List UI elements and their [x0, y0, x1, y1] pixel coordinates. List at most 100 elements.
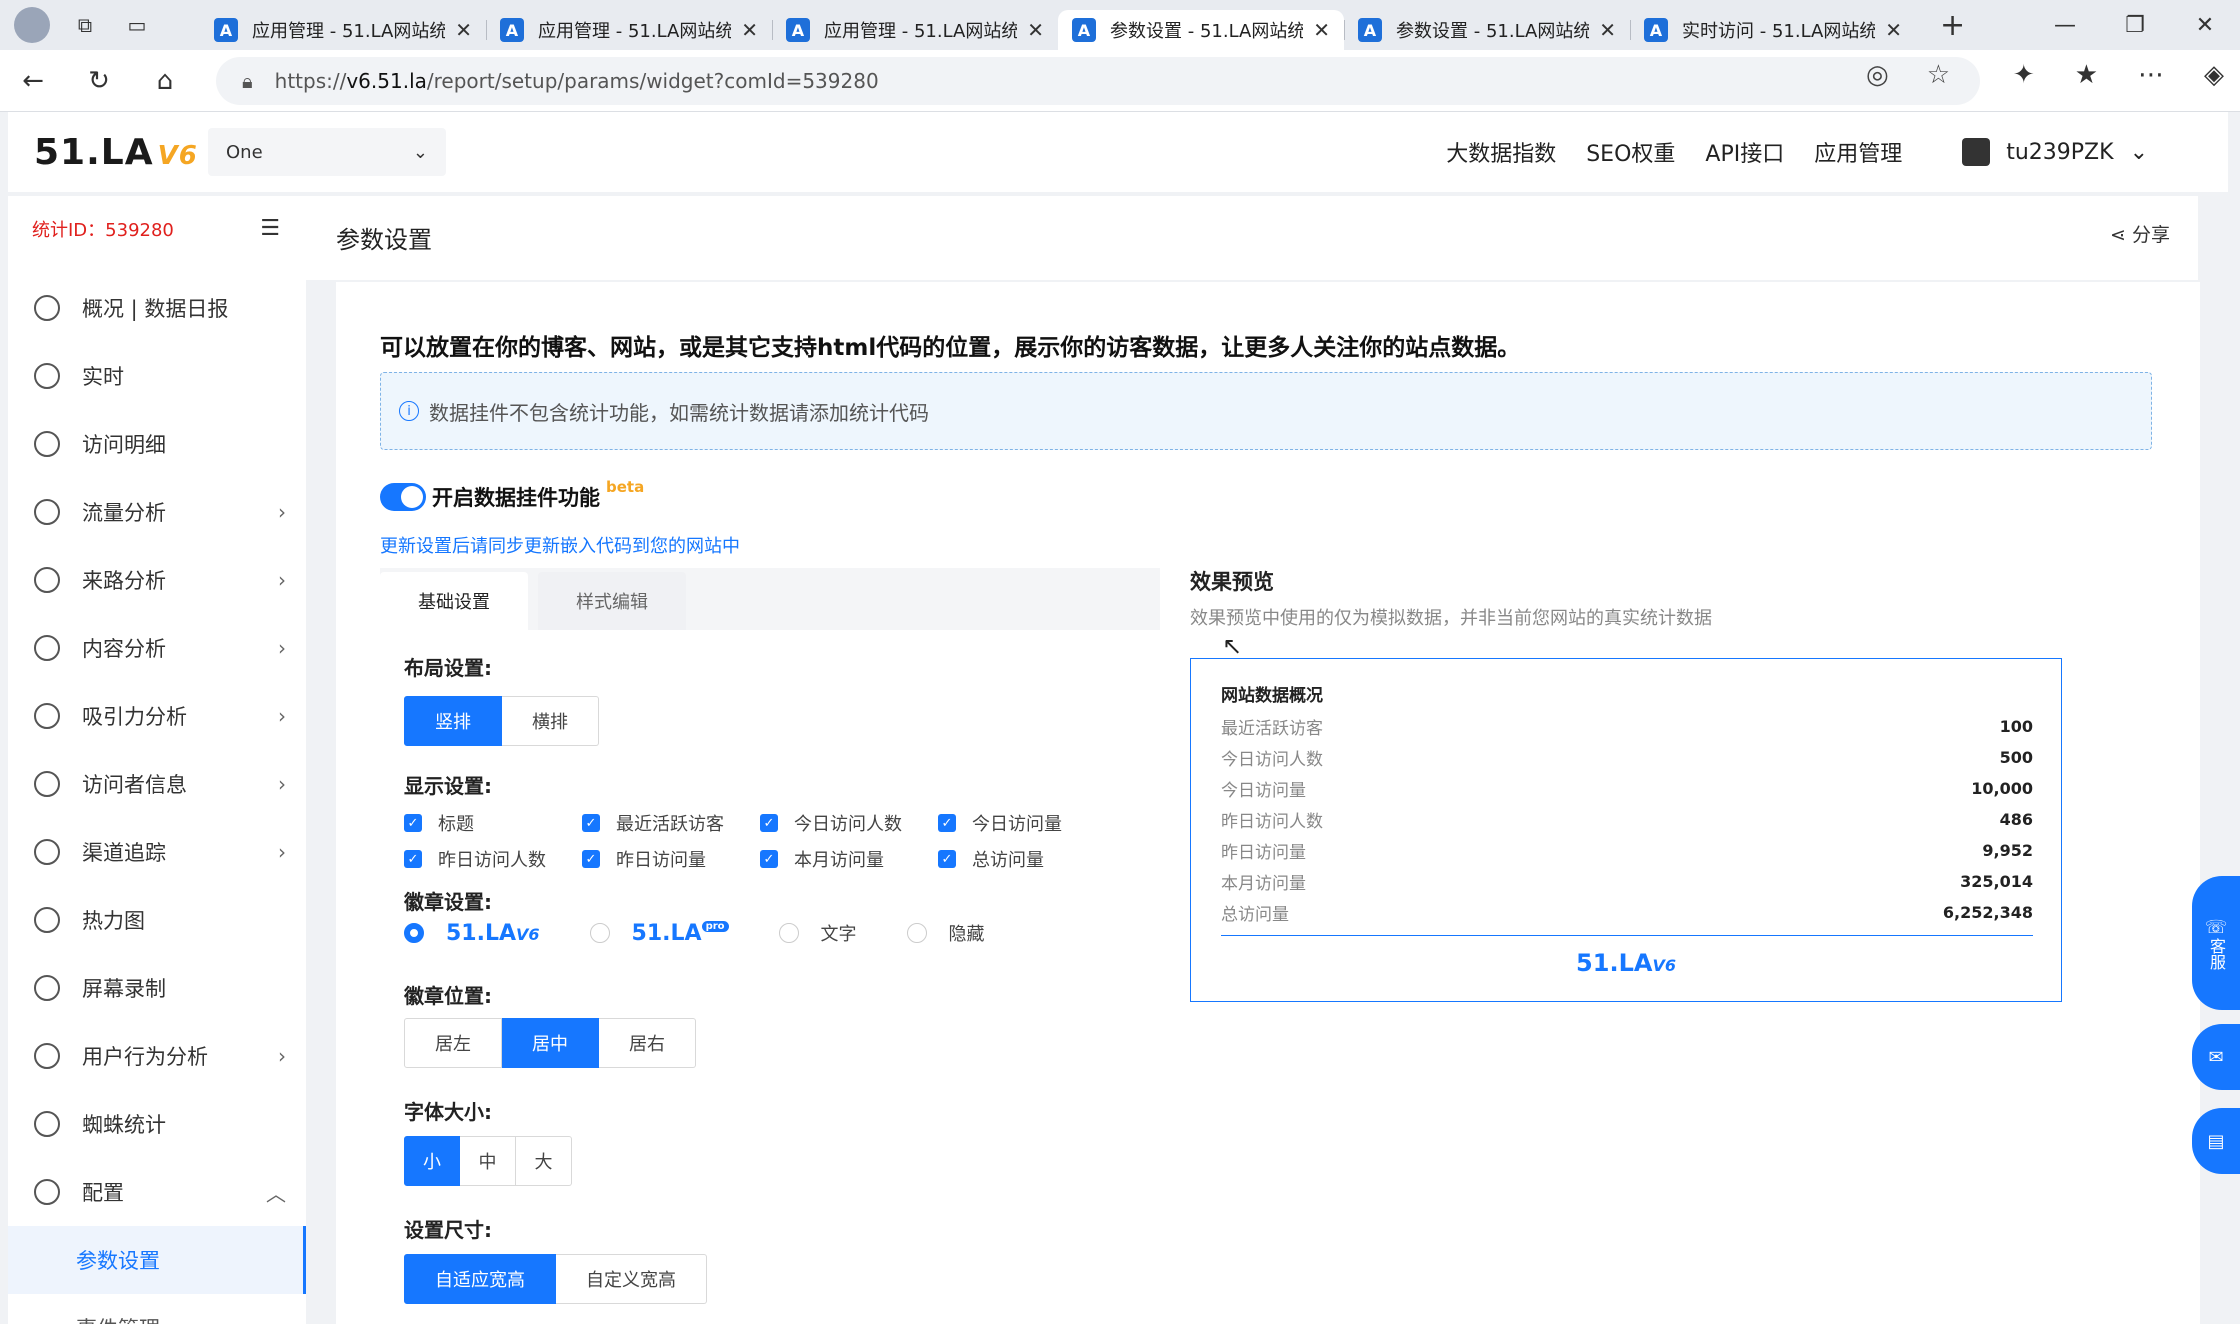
extensions-icon[interactable]: ✦	[2013, 60, 2035, 90]
display-checkbox[interactable]: ✓ 总访问量	[938, 846, 1116, 872]
display-checkbox[interactable]: ✓ 标题	[404, 810, 582, 836]
sidebar-item[interactable]: 访问明细	[8, 410, 306, 478]
display-checkbox[interactable]: ✓ 今日访问人数	[760, 810, 938, 836]
sidebar-subitem[interactable]: 参数设置	[8, 1226, 306, 1294]
sidebar-item[interactable]: 概况 | 数据日报	[8, 274, 306, 342]
badge-option-v6[interactable]: 51.LAV6	[404, 921, 540, 946]
share-button[interactable]: ⋖ 分享	[2110, 220, 2170, 247]
font-size-option-button[interactable]: 小	[404, 1136, 460, 1186]
close-tab-icon[interactable]: ✕	[1599, 18, 1616, 42]
lock-icon[interactable]: 🔒︎	[242, 69, 253, 93]
home-icon[interactable]: ⌂	[132, 66, 198, 96]
widget-toggle[interactable]	[380, 483, 426, 511]
topnav-item[interactable]: 应用管理	[1814, 136, 1902, 168]
badge-option-text[interactable]: 文字	[778, 920, 857, 946]
close-tab-icon[interactable]: ✕	[455, 18, 472, 42]
size-option-button[interactable]: 自适应宽高	[404, 1254, 556, 1304]
badge-pos-option-button[interactable]: 居中	[502, 1018, 599, 1068]
preview-row-value: 500	[1999, 748, 2033, 767]
workspaces-icon[interactable]: ⧉	[68, 8, 102, 42]
browser-tab[interactable]: A 应用管理 - 51.LA网站统计 ✕	[200, 10, 486, 50]
profile-avatar[interactable]	[14, 7, 50, 43]
sidebar-item[interactable]: 渠道追踪 ›	[8, 818, 306, 886]
badge-title: 徽章设置:	[404, 890, 492, 914]
url-input[interactable]: 🔒︎ https://v6.51.la/report/setup/params/…	[216, 57, 1980, 105]
sidebar-item[interactable]: 吸引力分析 ›	[8, 682, 306, 750]
topnav-item[interactable]: SEO权重	[1586, 136, 1675, 168]
favorites-icon[interactable]: ★	[2075, 60, 2098, 90]
favorite-star-icon[interactable]: ☆	[1927, 60, 1950, 90]
new-tab-button[interactable]: +	[1940, 8, 1965, 43]
target-icon	[34, 839, 60, 865]
tab-basic-settings[interactable]: 基础设置	[380, 572, 528, 630]
site-favicon-icon: A	[1644, 18, 1668, 42]
badge-option-hide[interactable]: 隐藏	[906, 920, 985, 946]
preview-row-label: 昨日访问人数	[1221, 812, 1323, 832]
display-checkbox[interactable]: ✓ 昨日访问量	[582, 846, 760, 872]
site-logo[interactable]: 51.LA V6	[34, 132, 198, 173]
topnav-item[interactable]: API接口	[1705, 136, 1784, 168]
display-checkbox[interactable]: ✓ 昨日访问人数	[404, 846, 582, 872]
sidebar-item[interactable]: 热力图	[8, 886, 306, 954]
gear-icon	[34, 1179, 60, 1205]
display-checkbox[interactable]: ✓ 本月访问量	[760, 846, 938, 872]
back-icon[interactable]: ←	[0, 66, 66, 96]
browser-tab[interactable]: A 实时访问 - 51.LA网站统计 ✕	[1630, 10, 1916, 50]
layout-option-button[interactable]: 竖排	[404, 696, 502, 746]
user-menu[interactable]: tu239PZK ⌄	[1962, 138, 2148, 166]
copilot-icon[interactable]: ◈	[2204, 60, 2224, 90]
collapse-menu-icon[interactable]: ☰	[260, 216, 280, 241]
display-checkbox[interactable]: ✓ 最近活跃访客	[582, 810, 760, 836]
site-select-value: One	[226, 141, 263, 163]
close-tab-icon[interactable]: ✕	[1313, 18, 1330, 42]
close-tab-icon[interactable]: ✕	[1027, 18, 1044, 42]
sidebar-item[interactable]: 蜘蛛统计	[8, 1090, 306, 1158]
checkmark-icon: ✓	[582, 850, 600, 868]
site-select[interactable]: One ⌄	[208, 128, 446, 176]
tab-style-edit[interactable]: 样式编辑	[538, 572, 686, 630]
close-tab-icon[interactable]: ✕	[741, 18, 758, 42]
font-size-buttons: 小中大	[404, 1136, 572, 1186]
sidebar-item[interactable]: 内容分析 ›	[8, 614, 306, 682]
tab-actions-icon[interactable]: ▭	[120, 8, 154, 42]
update-link[interactable]: 更新设置后请同步更新嵌入代码到您的网站中	[380, 532, 740, 558]
sidebar-item[interactable]: 配置 ︿	[8, 1158, 306, 1226]
read-aloud-icon[interactable]: ◎	[1866, 60, 1889, 90]
badge-pos-option-button[interactable]: 居右	[599, 1018, 696, 1068]
sidebar-subitem[interactable]: 事件管理	[8, 1294, 306, 1324]
restore-button[interactable]: ❐	[2100, 0, 2170, 50]
browser-tab[interactable]: A 参数设置 - 51.LA网站统计 ✕	[1344, 10, 1630, 50]
minimize-button[interactable]: —	[2030, 0, 2100, 50]
browser-tab[interactable]: A 参数设置 - 51.LA网站统计 ✕	[1058, 10, 1344, 50]
feedback-button[interactable]: ▤	[2192, 1108, 2240, 1174]
browser-tab[interactable]: A 应用管理 - 51.LA网站统计 ✕	[772, 10, 1058, 50]
sidebar-item[interactable]: 屏幕录制	[8, 954, 306, 1022]
font-size-option-button[interactable]: 大	[516, 1136, 572, 1186]
display-checkbox[interactable]: ✓ 今日访问量	[938, 810, 1116, 836]
user-icon	[1962, 138, 1991, 166]
sidebar-item[interactable]: 实时	[8, 342, 306, 410]
sidebar-item[interactable]: 流量分析 ›	[8, 478, 306, 546]
notice-text: 数据挂件不包含统计功能，如需统计数据请添加统计代码	[429, 400, 929, 425]
badge-pos-option-button[interactable]: 居左	[404, 1018, 502, 1068]
dashboard-icon	[34, 295, 60, 321]
size-option-button[interactable]: 自定义宽高	[556, 1254, 707, 1304]
more-icon[interactable]: ⋯	[2138, 60, 2164, 90]
sidebar-item[interactable]: 用户行为分析 ›	[8, 1022, 306, 1090]
topnav-item[interactable]: 大数据指数	[1446, 136, 1556, 168]
mouse-cursor-icon: ↖	[1222, 632, 1243, 660]
badge-radios: 51.LAV6 51.LA pro 文字 隐藏	[404, 920, 1035, 946]
refresh-icon[interactable]: ↻	[66, 66, 132, 96]
sidebar-item[interactable]: 来路分析 ›	[8, 546, 306, 614]
customer-service-button[interactable]: ☏ 客服	[2192, 876, 2240, 1010]
browser-tab[interactable]: A 应用管理 - 51.LA网站统计 ✕	[486, 10, 772, 50]
close-tab-icon[interactable]: ✕	[1885, 18, 1902, 42]
font-size-option-button[interactable]: 中	[460, 1136, 516, 1186]
url-host: v6.51.la	[346, 69, 427, 93]
badge-logo-pro: 51.LA pro	[632, 920, 729, 946]
layout-option-button[interactable]: 横排	[502, 696, 599, 746]
sidebar-item[interactable]: 访问者信息 ›	[8, 750, 306, 818]
chat-button[interactable]: ✉	[2192, 1024, 2240, 1090]
close-window-button[interactable]: ✕	[2170, 0, 2240, 50]
badge-option-pro[interactable]: 51.LA pro	[589, 920, 729, 946]
